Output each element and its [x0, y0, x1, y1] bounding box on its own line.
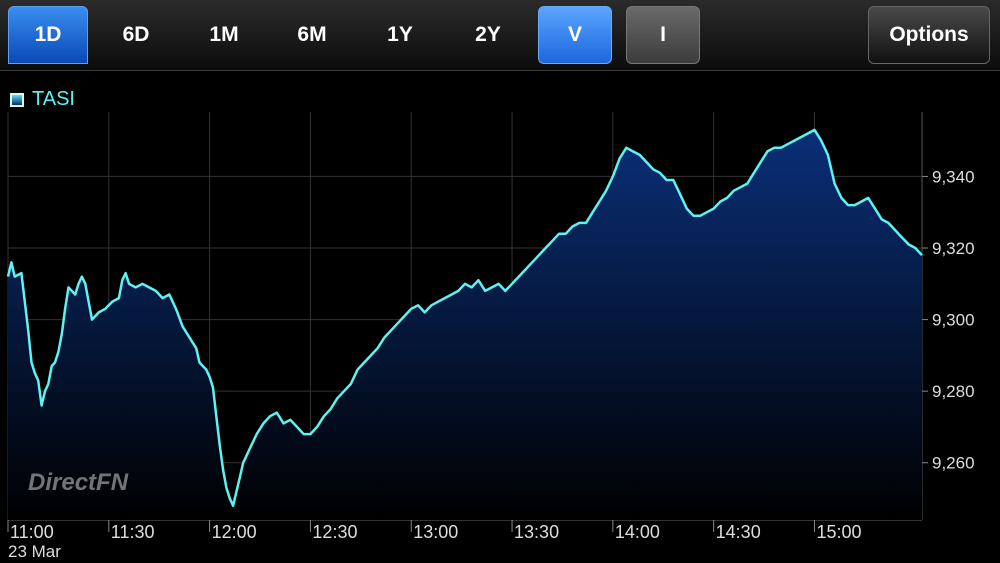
price-chart[interactable]: 11:00 11:30 12:00 12:30 13:00 13:30 14:00 14:30… — [0, 0, 1000, 563]
x-tick-label: 12:00 — [212, 522, 257, 542]
x-tick-label: 12:30 — [312, 522, 357, 542]
series-area-tasi — [8, 129, 922, 520]
directfn-watermark: DirectFN — [28, 469, 129, 496]
x-tick-label: 13:30 — [514, 522, 559, 542]
y-tick-label: 9,260 — [932, 454, 975, 473]
x-tick-label: 11:00 — [10, 522, 54, 542]
x-tick-label: 14:30 — [716, 522, 761, 542]
x-tick-label: 13:00 — [413, 522, 458, 542]
y-tick-label: 9,300 — [932, 311, 975, 330]
y-tick-label: 9,280 — [932, 382, 975, 401]
date-label: 23 Mar — [8, 542, 61, 561]
y-tick-label: 9,320 — [932, 239, 975, 258]
x-tick-label: 11:30 — [111, 522, 155, 542]
x-tick-label: 15:00 — [816, 522, 861, 542]
x-tick-label: 14:00 — [615, 522, 660, 542]
y-tick-label: 9,340 — [932, 167, 975, 186]
